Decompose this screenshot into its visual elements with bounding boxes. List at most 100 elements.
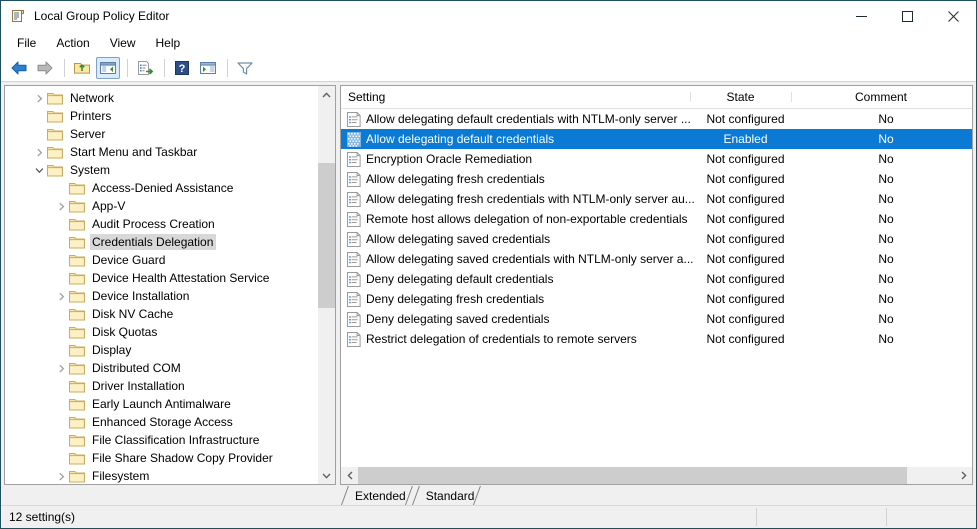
- settings-list-row[interactable]: Allow delegating default credentialsEnab…: [341, 129, 972, 149]
- scroll-left-icon[interactable]: [341, 467, 358, 484]
- toolbar: ?: [1, 55, 976, 82]
- tree-item-label: Disk Quotas: [90, 324, 160, 340]
- filter-icon[interactable]: [233, 57, 257, 79]
- tree-scrollbar-track[interactable]: [318, 103, 335, 467]
- settings-list-row[interactable]: Deny delegating fresh credentialsNot con…: [341, 289, 972, 309]
- tree-item-label: App-V: [90, 198, 128, 214]
- chevron-right-icon[interactable]: [31, 143, 47, 161]
- settings-list-pane: Setting State Comment Allow delegating d…: [340, 85, 973, 485]
- tree-item[interactable]: Driver Installation: [5, 377, 317, 395]
- tree-item[interactable]: File Classification Infrastructure: [5, 431, 317, 449]
- tree-item-label: Early Launch Antimalware: [90, 396, 234, 412]
- chevron-right-icon[interactable]: [31, 89, 47, 107]
- export-list-icon[interactable]: [133, 57, 157, 79]
- up-one-level-icon[interactable]: [70, 57, 94, 79]
- tree-item[interactable]: App-V: [5, 197, 317, 215]
- list-horizontal-scrollbar[interactable]: [341, 466, 972, 484]
- tree-item[interactable]: Network: [5, 89, 317, 107]
- settings-list-row[interactable]: Allow delegating saved credentialsNot co…: [341, 229, 972, 249]
- toolbar-separator: [127, 59, 128, 77]
- scroll-up-icon[interactable]: [318, 86, 335, 103]
- tree-item[interactable]: Audit Process Creation: [5, 215, 317, 233]
- policy-setting-icon: [347, 192, 361, 207]
- tree-scrollbar-thumb[interactable]: [318, 163, 335, 308]
- settings-list-row[interactable]: Allow delegating fresh credentialsNot co…: [341, 169, 972, 189]
- setting-name: Deny delegating fresh credentials: [366, 292, 695, 306]
- tree-item-label: Access-Denied Assistance: [90, 180, 236, 196]
- settings-list-row[interactable]: Encryption Oracle RemediationNot configu…: [341, 149, 972, 169]
- settings-list-row[interactable]: Deny delegating saved credentialsNot con…: [341, 309, 972, 329]
- chevron-down-icon[interactable]: [31, 161, 47, 179]
- tree-spacer: [31, 125, 47, 143]
- tree-item[interactable]: File Share Shadow Copy Provider: [5, 449, 317, 467]
- tree-item-label: Network: [68, 90, 117, 106]
- setting-name: Allow delegating saved credentials: [366, 232, 695, 246]
- tree-item[interactable]: Device Installation: [5, 287, 317, 305]
- setting-comment: No: [796, 332, 972, 346]
- folder-icon: [69, 451, 85, 465]
- tree-item[interactable]: Disk NV Cache: [5, 305, 317, 323]
- forward-icon[interactable]: [33, 57, 57, 79]
- list-scrollbar-track[interactable]: [358, 467, 955, 484]
- folder-icon: [47, 109, 63, 123]
- tree-item-label: Disk NV Cache: [90, 306, 176, 322]
- menu-help[interactable]: Help: [146, 33, 191, 53]
- setting-state: Enabled: [695, 132, 796, 146]
- tree-item[interactable]: Device Health Attestation Service: [5, 269, 317, 287]
- tab-standard[interactable]: Standard: [412, 486, 481, 505]
- tree-item-label: Server: [68, 126, 108, 142]
- list-scrollbar-thumb[interactable]: [358, 467, 907, 484]
- tree-item[interactable]: Early Launch Antimalware: [5, 395, 317, 413]
- tree-item[interactable]: Device Guard: [5, 251, 317, 269]
- setting-comment: No: [796, 152, 972, 166]
- settings-list-row[interactable]: Allow delegating fresh credentials with …: [341, 189, 972, 209]
- tree-item[interactable]: Filesystem: [5, 467, 317, 484]
- tree-vertical-scrollbar[interactable]: [317, 86, 335, 484]
- policy-setting-icon: [347, 272, 361, 287]
- scroll-down-icon[interactable]: [318, 467, 335, 484]
- tree-item[interactable]: Disk Quotas: [5, 323, 317, 341]
- column-header-comment[interactable]: Comment: [791, 90, 971, 104]
- tree-item[interactable]: Distributed COM: [5, 359, 317, 377]
- minimize-button[interactable]: [838, 1, 884, 31]
- tree-item[interactable]: Display: [5, 341, 317, 359]
- tab-extended[interactable]: Extended: [341, 486, 412, 505]
- settings-list-row[interactable]: Remote host allows delegation of non-exp…: [341, 209, 972, 229]
- tree-item[interactable]: Server: [5, 125, 317, 143]
- menu-action[interactable]: Action: [46, 33, 99, 53]
- close-button[interactable]: [930, 1, 976, 31]
- tree-item-label: Credentials Delegation: [90, 234, 216, 250]
- main-body: NetworkPrintersServerStart Menu and Task…: [1, 82, 976, 485]
- chevron-right-icon[interactable]: [53, 359, 69, 377]
- svg-text:?: ?: [179, 63, 186, 75]
- tree-item[interactable]: Printers: [5, 107, 317, 125]
- show-hide-action-pane-icon[interactable]: [196, 57, 220, 79]
- menu-view[interactable]: View: [100, 33, 146, 53]
- settings-list-row[interactable]: Deny delegating default credentialsNot c…: [341, 269, 972, 289]
- chevron-right-icon[interactable]: [53, 197, 69, 215]
- tree-item[interactable]: Access-Denied Assistance: [5, 179, 317, 197]
- tree-spacer: [53, 449, 69, 467]
- policy-setting-icon: [347, 232, 361, 247]
- back-icon[interactable]: [7, 57, 31, 79]
- setting-name: Allow delegating fresh credentials: [366, 172, 695, 186]
- help-icon[interactable]: ?: [170, 57, 194, 79]
- menu-file[interactable]: File: [7, 33, 46, 53]
- settings-list-row[interactable]: Restrict delegation of credentials to re…: [341, 329, 972, 349]
- chevron-right-icon[interactable]: [53, 287, 69, 305]
- settings-list-row[interactable]: Allow delegating default credentials wit…: [341, 109, 972, 129]
- tree-item[interactable]: Credentials Delegation: [5, 233, 317, 251]
- show-hide-console-tree-icon[interactable]: [96, 57, 120, 79]
- tree-item[interactable]: Enhanced Storage Access: [5, 413, 317, 431]
- settings-list-row[interactable]: Allow delegating saved credentials with …: [341, 249, 972, 269]
- chevron-right-icon[interactable]: [53, 467, 69, 484]
- title-bar: Local Group Policy Editor: [1, 1, 976, 31]
- scroll-right-icon[interactable]: [955, 467, 972, 484]
- column-header-state[interactable]: State: [690, 90, 791, 104]
- folder-icon: [47, 127, 63, 141]
- tree-item[interactable]: System: [5, 161, 317, 179]
- tree-item[interactable]: Start Menu and Taskbar: [5, 143, 317, 161]
- maximize-button[interactable]: [884, 1, 930, 31]
- folder-icon: [69, 271, 85, 285]
- column-header-setting[interactable]: Setting: [341, 90, 690, 104]
